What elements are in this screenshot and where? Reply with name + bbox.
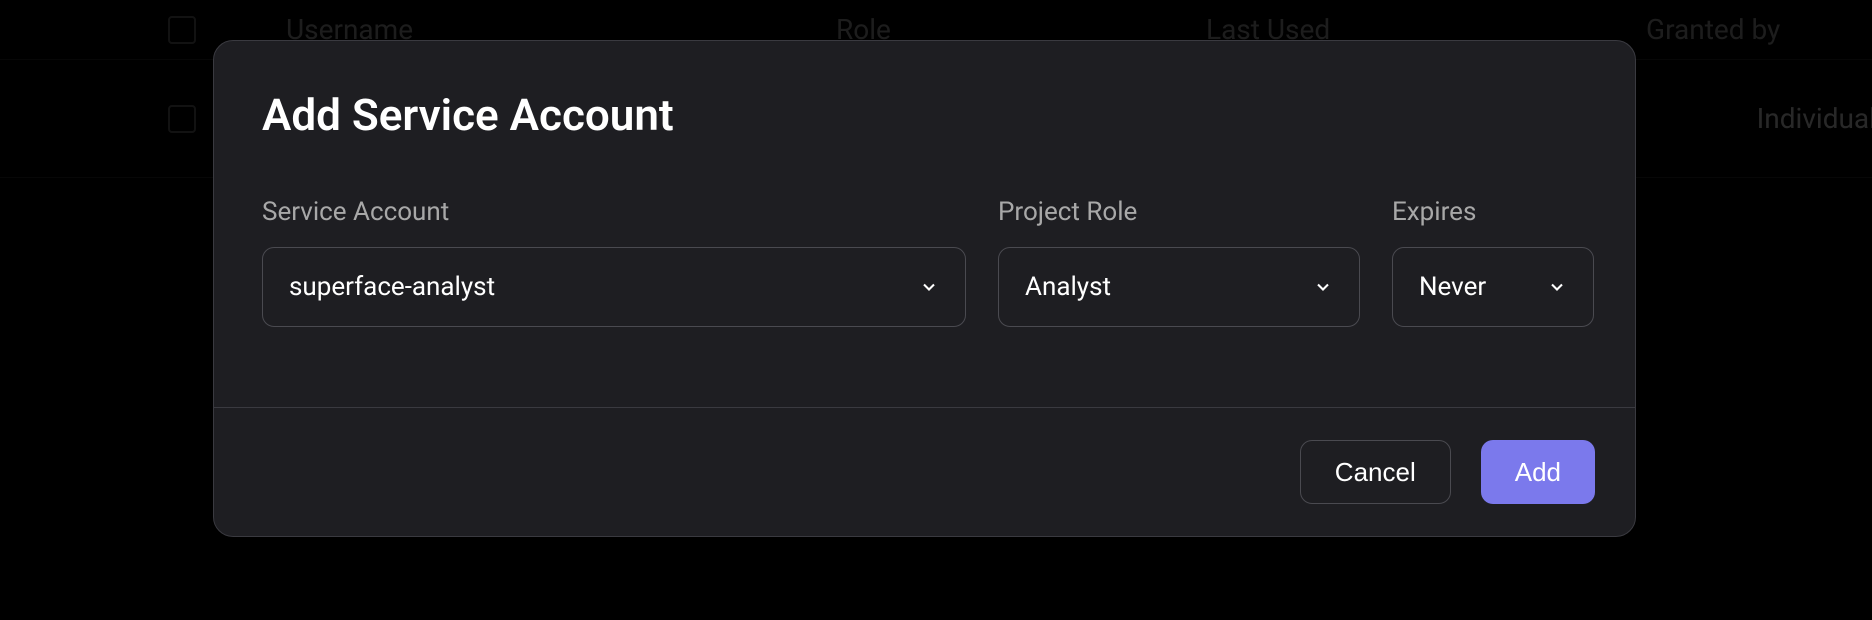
cancel-button[interactable]: Cancel: [1300, 440, 1451, 504]
form-group-service-account: Service Account superface-analyst: [262, 197, 966, 327]
service-account-value: superface-analyst: [289, 272, 495, 302]
expires-label: Expires: [1392, 197, 1594, 227]
add-button[interactable]: Add: [1481, 440, 1595, 504]
form-group-expires: Expires Never: [1392, 197, 1594, 327]
project-role-select[interactable]: Analyst: [998, 247, 1360, 327]
expires-value: Never: [1419, 272, 1486, 302]
service-account-select[interactable]: superface-analyst: [262, 247, 966, 327]
add-service-account-modal: Add Service Account Service Account supe…: [213, 40, 1636, 537]
project-role-label: Project Role: [998, 197, 1360, 227]
form-group-project-role: Project Role Analyst: [998, 197, 1360, 327]
chevron-down-icon: [919, 277, 939, 297]
modal-footer: Cancel Add: [214, 407, 1635, 536]
modal-title: Add Service Account: [262, 89, 1587, 141]
modal-body: Add Service Account Service Account supe…: [214, 41, 1635, 407]
chevron-down-icon: [1547, 277, 1567, 297]
service-account-label: Service Account: [262, 197, 966, 227]
expires-select[interactable]: Never: [1392, 247, 1594, 327]
chevron-down-icon: [1313, 277, 1333, 297]
form-row: Service Account superface-analyst Projec…: [262, 197, 1587, 327]
project-role-value: Analyst: [1025, 272, 1111, 302]
